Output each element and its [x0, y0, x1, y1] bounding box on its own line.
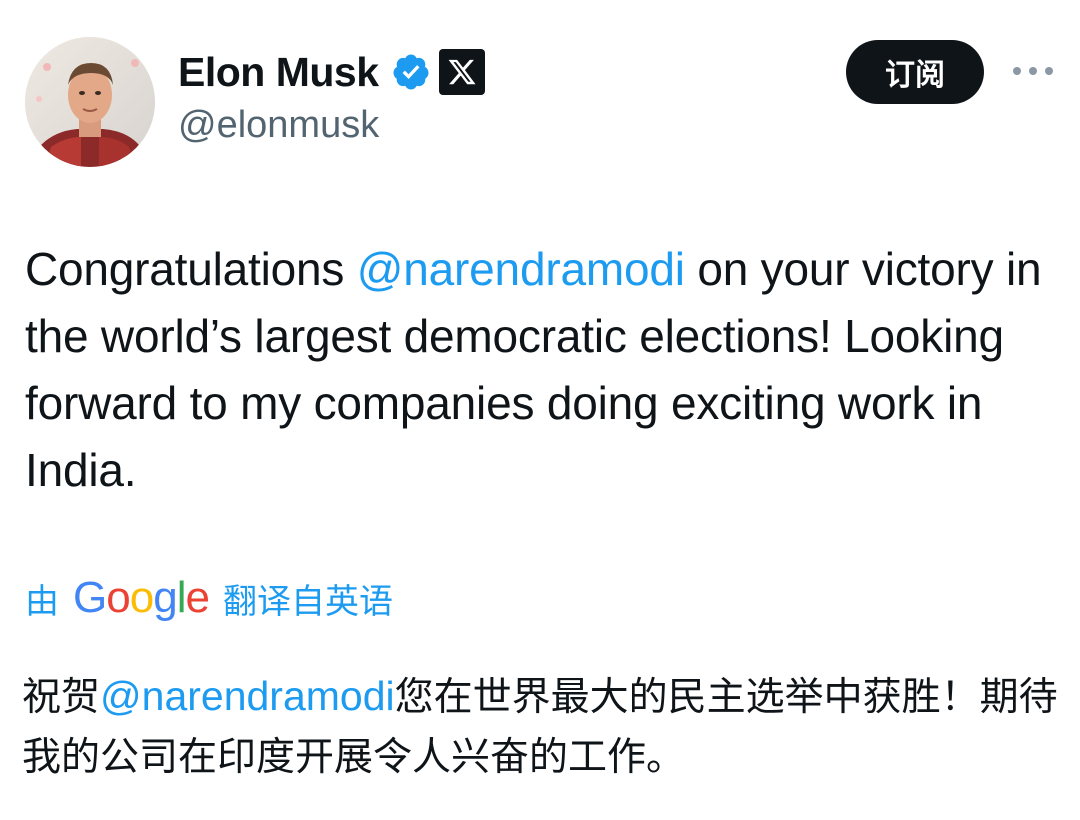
subscribe-button[interactable]: 订阅 — [846, 40, 984, 104]
google-logo: Google — [73, 573, 210, 622]
translated-tweet-text: 祝贺@narendramodi您在世界最大的民主选举中获胜！期待我的公司在印度开… — [22, 666, 1062, 788]
x-logo-icon[interactable] — [438, 49, 485, 95]
translation-prefix: 由 — [25, 581, 59, 622]
avatar[interactable] — [25, 37, 155, 167]
translated-mention-link[interactable]: @narendramodi — [100, 673, 395, 719]
verified-badge-icon[interactable] — [391, 52, 431, 92]
avatar-photo-icon — [25, 37, 155, 167]
tweet-text: Congratulations @narendramodi on your vi… — [25, 236, 1055, 504]
more-options-icon[interactable] — [1008, 54, 1058, 88]
user-name-row: Elon Musk — [178, 44, 485, 100]
translated-text-start: 祝贺 — [22, 675, 101, 720]
tweet-header: Elon Musk @elonmusk 订阅 — [0, 0, 1080, 180]
tweet-text-start: Congratulations — [25, 243, 357, 295]
translation-suffix: 翻译自英语 — [222, 581, 393, 622]
mention-link[interactable]: @narendramodi — [357, 243, 685, 295]
display-name[interactable]: Elon Musk — [178, 49, 379, 96]
translation-attribution[interactable]: 由 Google 翻译自英语 — [25, 570, 393, 626]
user-handle[interactable]: @elonmusk — [178, 104, 379, 147]
